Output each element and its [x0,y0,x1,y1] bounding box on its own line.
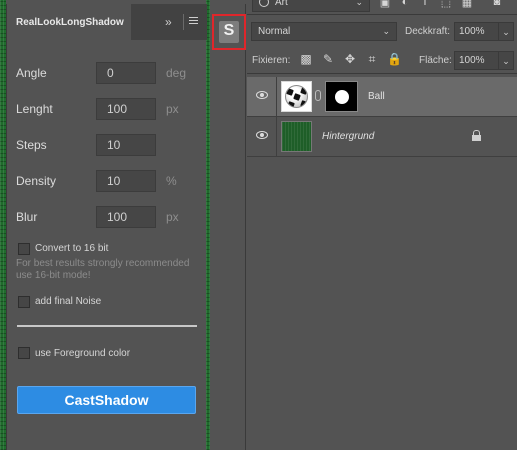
header-divider [247,14,517,15]
search-icon [259,0,269,7]
lock-icon [472,130,481,141]
convert-16bit-checkbox[interactable] [18,243,30,255]
opacity-chevron-icon[interactable]: ⌄ [498,22,514,41]
eye-divider [276,77,277,117]
blur-input[interactable]: 100 [96,206,156,228]
density-label: Density [16,174,57,188]
layer-mask-thumbnail[interactable] [325,81,358,112]
hint-text: For best results strongly recommended us… [16,258,190,281]
angle-label: Angle [16,66,47,80]
filter-kind-dropdown[interactable]: Art ⌄ [252,0,370,12]
blur-unit: px [166,210,179,224]
length-input[interactable]: 100 [96,98,156,120]
filter-type-icon[interactable]: T [419,0,431,8]
lock-move-icon[interactable]: ✥ [343,52,357,66]
soccer-ball-image [285,85,308,108]
extension-panel-header: RealLookLongShadow » [7,4,207,40]
fill-chevron-icon[interactable]: ⌄ [498,51,514,70]
blur-label: Blur [16,210,38,224]
lock-artboard-icon[interactable]: ⌗ [365,52,379,66]
extension-panel: RealLookLongShadow » Angle 0 deg Lenght … [6,4,207,450]
length-label: Lenght [16,102,53,116]
lock-transparent-icon[interactable]: ▩ [299,52,313,66]
filter-smartobject-icon[interactable]: ▦ [461,0,473,9]
filter-toggle-icon[interactable]: ◙ [491,0,503,8]
layers-panel: Art ⌄ ▣ ◐ T ⬚ ▦ ◙ Normal ⌄ Deckkraft: 10… [247,0,517,450]
layer-name: Ball [368,91,385,102]
fill-input[interactable]: 100% [454,51,499,70]
lock-label: Fixieren: [252,55,291,66]
layer-thumbnail [281,81,312,112]
layer-thumbnail [281,121,312,152]
steps-label: Steps [16,138,47,152]
eye-icon[interactable] [256,91,268,99]
layer-row-ball[interactable]: Ball [247,77,517,117]
add-noise-checkbox[interactable] [18,296,30,308]
fill-label: Fläche: [419,55,452,66]
highlight-frame: S [212,14,246,50]
blend-mode-dropdown[interactable]: Normal ⌄ [251,22,397,41]
layer-row-hintergrund[interactable]: Hintergrund [247,117,517,157]
filter-shape-icon[interactable]: ⬚ [440,0,452,9]
chevron-down-icon: ⌄ [355,0,363,7]
angle-unit: deg [166,66,187,80]
density-unit: % [166,174,177,188]
panel-menu-icon[interactable] [189,17,198,26]
cast-shadow-button[interactable]: CastShadow [17,386,196,414]
filter-adjustment-icon[interactable]: ◐ [399,0,411,8]
add-noise-label: add final Noise [35,296,102,307]
panel-icon-strip: S [210,4,246,450]
chevron-down-icon: ⌄ [382,26,390,36]
layer-name: Hintergrund [322,131,375,142]
lock-all-icon[interactable]: 🔒 [387,52,402,66]
eye-icon[interactable] [256,131,268,139]
divider [17,325,197,327]
lock-brush-icon[interactable]: ✎ [321,52,335,66]
angle-input[interactable]: 0 [96,62,156,84]
opacity-label: Deckkraft: [405,26,451,37]
extension-toggle-button[interactable]: S [219,21,239,43]
use-foreground-label: use Foreground color [35,348,131,359]
tab-reallooklongshadow[interactable]: RealLookLongShadow [7,4,131,40]
use-foreground-checkbox[interactable] [18,347,30,359]
density-input[interactable]: 10 [96,170,156,192]
filter-pixel-icon[interactable]: ▣ [379,0,391,9]
header-divider [183,14,184,30]
filter-kind-value: Art [275,0,288,8]
blend-mode-value: Normal [258,26,291,37]
convert-16bit-label: Convert to 16 bit [35,243,109,254]
layers-list-divider [247,73,517,74]
length-unit: px [166,102,179,116]
collapse-icon[interactable]: » [165,15,172,29]
eye-divider [276,117,277,157]
steps-input[interactable]: 10 [96,134,156,156]
link-icon[interactable] [315,90,321,101]
opacity-input[interactable]: 100% [454,22,499,41]
layers-filter-bar: Art ⌄ ▣ ◐ T ⬚ ▦ ◙ [247,0,517,14]
